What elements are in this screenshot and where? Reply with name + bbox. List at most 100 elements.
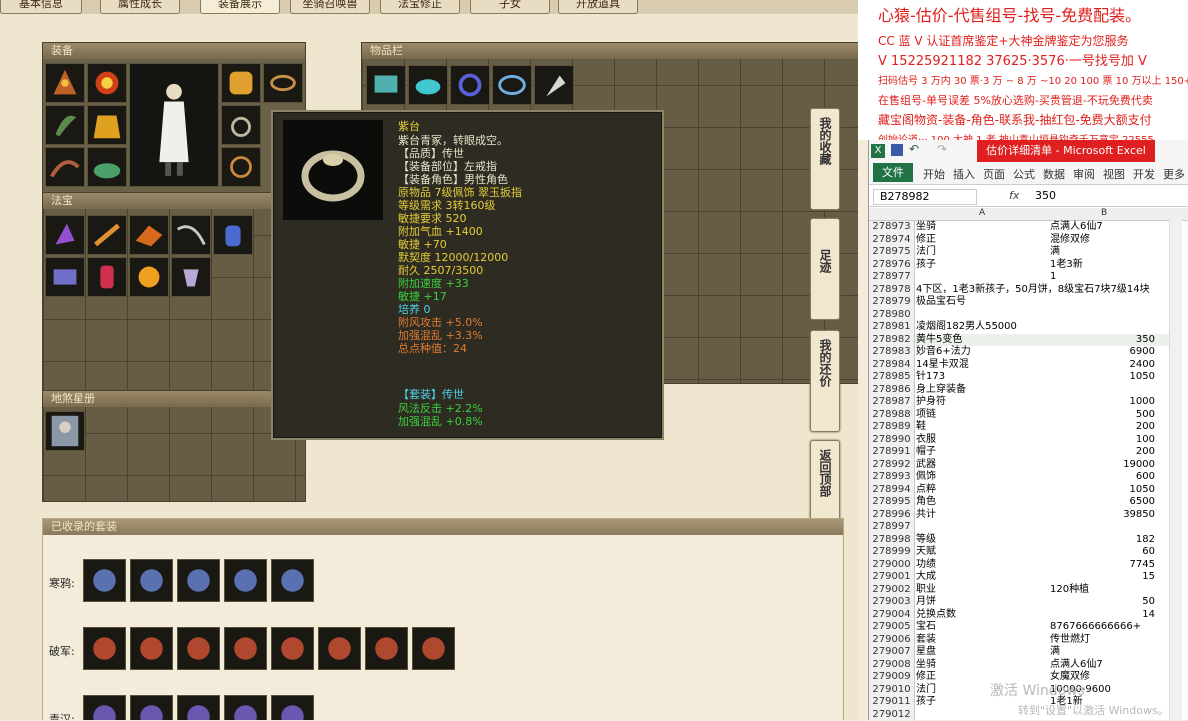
- cell-b[interactable]: 1050: [1130, 484, 1155, 497]
- set-piece-slot[interactable]: [83, 559, 126, 602]
- row-number[interactable]: 278993: [869, 471, 915, 484]
- equip-slot-ring[interactable]: [221, 105, 261, 145]
- cell-b[interactable]: 50: [1142, 596, 1155, 609]
- cell-a[interactable]: 孩子: [916, 259, 936, 272]
- cell-b[interactable]: 500: [1136, 409, 1155, 422]
- cell-a[interactable]: 身上穿装备: [916, 384, 966, 397]
- equip-slot-bracelet[interactable]: [263, 63, 303, 103]
- row-number[interactable]: 279007: [869, 646, 915, 659]
- cell-a[interactable]: 针173: [916, 371, 945, 384]
- row-number[interactable]: 279012: [869, 709, 915, 721]
- cell-b[interactable]: 60: [1142, 546, 1155, 559]
- row-number[interactable]: 278987: [869, 396, 915, 409]
- fabao-slot-5[interactable]: [213, 215, 253, 255]
- row-number[interactable]: 279001: [869, 571, 915, 584]
- col-header-b[interactable]: B: [1101, 208, 1107, 218]
- cell-a[interactable]: 功绩: [916, 559, 936, 572]
- cell-a[interactable]: 修正: [916, 671, 936, 684]
- row-number[interactable]: 278981: [869, 321, 915, 334]
- cell-b[interactable]: 满: [1050, 646, 1060, 659]
- cell-b[interactable]: 7745: [1130, 559, 1155, 572]
- cell-b[interactable]: 1: [1050, 271, 1056, 284]
- cell-b[interactable]: 100: [1136, 434, 1155, 447]
- set-piece-slot[interactable]: [271, 695, 314, 720]
- row-number[interactable]: 278989: [869, 421, 915, 434]
- row-number[interactable]: 279005: [869, 621, 915, 634]
- row-number[interactable]: 278982: [869, 334, 915, 347]
- row-number[interactable]: 278988: [869, 409, 915, 422]
- row-number[interactable]: 278995: [869, 496, 915, 509]
- row-number[interactable]: 279006: [869, 634, 915, 647]
- row-number[interactable]: 278991: [869, 446, 915, 459]
- row-number[interactable]: 278998: [869, 534, 915, 547]
- cell-a[interactable]: 项链: [916, 409, 936, 422]
- row-number[interactable]: 278992: [869, 459, 915, 472]
- my-counteroffer-button[interactable]: 我的还价: [810, 330, 840, 432]
- cell-b[interactable]: 14: [1142, 609, 1155, 622]
- set-piece-slot[interactable]: [224, 695, 267, 720]
- set-piece-slot[interactable]: [130, 559, 173, 602]
- cell-a[interactable]: 点粹: [916, 484, 936, 497]
- cell-a[interactable]: 坐骑: [916, 221, 936, 234]
- cell-a[interactable]: 鞋: [916, 421, 926, 434]
- tab-mount-summon[interactable]: 坐骑召唤兽: [290, 0, 370, 14]
- set-piece-slot[interactable]: [224, 559, 267, 602]
- ribbon-tab-home[interactable]: 开始: [923, 166, 945, 182]
- cell-b[interactable]: 200: [1136, 446, 1155, 459]
- row-number[interactable]: 278973: [869, 221, 915, 234]
- ribbon-tab-developer[interactable]: 开发: [1133, 166, 1155, 182]
- cell-b[interactable]: 点满人6仙7: [1050, 221, 1103, 234]
- set-piece-slot[interactable]: [83, 627, 126, 670]
- set-piece-slot[interactable]: [271, 559, 314, 602]
- tab-fabao-fix[interactable]: 法宝修正: [380, 0, 460, 14]
- ribbon-tab-view[interactable]: 视图: [1103, 166, 1125, 182]
- row-number[interactable]: 279010: [869, 684, 915, 697]
- row-number[interactable]: 278979: [869, 296, 915, 309]
- set-piece-slot[interactable]: [177, 559, 220, 602]
- equip-slot-hat[interactable]: [45, 63, 85, 103]
- cell-a[interactable]: 极品宝石号: [916, 296, 966, 309]
- row-number[interactable]: 278974: [869, 234, 915, 247]
- cell-b[interactable]: 6900: [1130, 346, 1155, 359]
- cell-a[interactable]: 角色: [916, 496, 936, 509]
- cell-a[interactable]: 护身符: [916, 396, 946, 409]
- row-number[interactable]: 278975: [869, 246, 915, 259]
- fabao-slot-2[interactable]: [87, 215, 127, 255]
- row-number[interactable]: 278980: [869, 309, 915, 322]
- cell-b[interactable]: 满: [1050, 246, 1060, 259]
- ribbon-tab-file[interactable]: 文件: [873, 163, 913, 182]
- cell-a[interactable]: 星盘: [916, 646, 936, 659]
- cell-b[interactable]: 600: [1136, 471, 1155, 484]
- ribbon-tab-page[interactable]: 页面: [983, 166, 1005, 182]
- fabao-slot-8[interactable]: [129, 257, 169, 297]
- ribbon-tab-data[interactable]: 数据: [1043, 166, 1065, 182]
- set-piece-slot[interactable]: [177, 695, 220, 720]
- cell-a[interactable]: 大成: [916, 571, 936, 584]
- cell-a[interactable]: 孩子: [916, 696, 936, 709]
- cell-b[interactable]: 15: [1142, 571, 1155, 584]
- cell-a[interactable]: 凌烟阁182男人55000: [916, 321, 1017, 334]
- tab-attribute-growth[interactable]: 属性成长: [100, 0, 180, 14]
- row-number[interactable]: 278983: [869, 346, 915, 359]
- cell-b[interactable]: 182: [1136, 534, 1155, 547]
- tab-equipment[interactable]: 装备展示: [200, 0, 280, 14]
- row-number[interactable]: 279003: [869, 596, 915, 609]
- set-piece-slot[interactable]: [130, 627, 173, 670]
- cell-b[interactable]: 350: [1136, 334, 1155, 347]
- equip-slot-pendant[interactable]: [221, 147, 261, 187]
- set-piece-slot[interactable]: [83, 695, 126, 720]
- row-number[interactable]: 279008: [869, 659, 915, 672]
- set-piece-slot[interactable]: [224, 627, 267, 670]
- col-header-a[interactable]: A: [979, 208, 985, 218]
- row-number[interactable]: 278978: [869, 284, 915, 297]
- cell-a[interactable]: 坐骑: [916, 659, 936, 672]
- name-box[interactable]: B278982: [873, 189, 977, 205]
- equip-slot-necklace[interactable]: [87, 63, 127, 103]
- cell-b[interactable]: 混修双修: [1050, 234, 1090, 247]
- cell-a[interactable]: 兑换点数: [916, 609, 956, 622]
- cell-a[interactable]: 黄牛5变色: [916, 334, 962, 347]
- cell-b[interactable]: 传世燃灯: [1050, 634, 1090, 647]
- redo-icon[interactable]: ↷: [937, 142, 947, 156]
- row-number[interactable]: 278984: [869, 359, 915, 372]
- inventory-slot-4[interactable]: [492, 65, 532, 105]
